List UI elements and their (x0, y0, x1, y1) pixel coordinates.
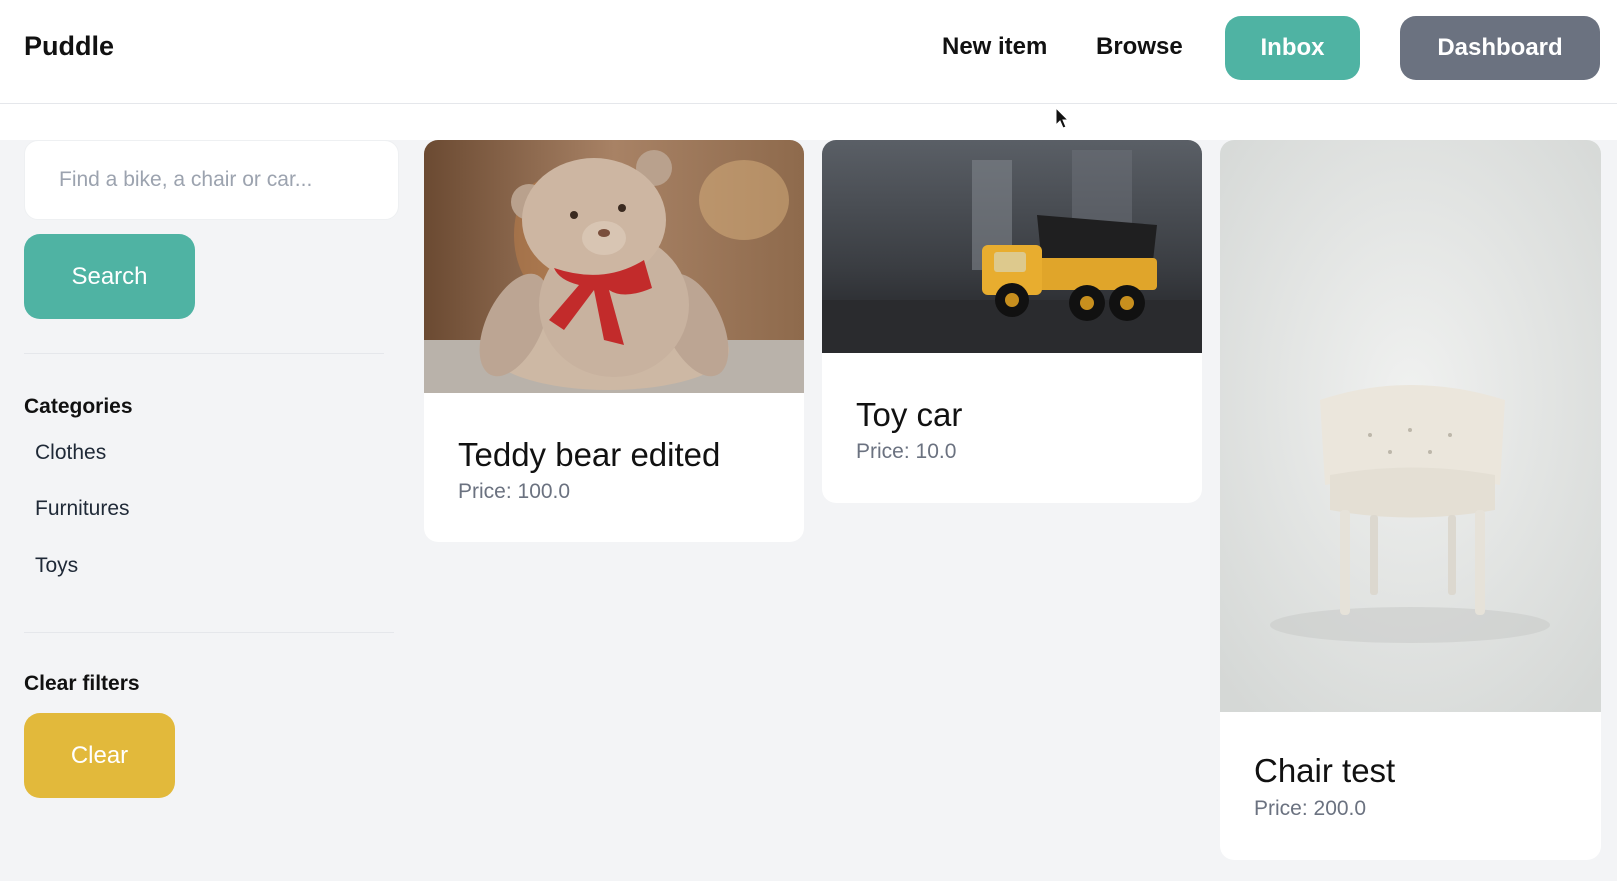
top-navbar: Puddle New item Browse Inbox Dashboard (0, 0, 1617, 104)
toy-car-image (822, 140, 1202, 353)
mouse-cursor-icon (1055, 107, 1070, 129)
app-logo[interactable]: Puddle (24, 31, 114, 62)
item-card-toy-car[interactable]: Toy car Price: 10.0 (822, 140, 1202, 503)
item-card-chair[interactable]: Chair test Price: 200.0 (1220, 140, 1601, 860)
categories-heading: Categories (24, 395, 133, 418)
filter-sidebar: Search Categories Clothes Furnitures Toy… (0, 140, 400, 881)
chair-image (1220, 140, 1601, 712)
dashboard-button[interactable]: Dashboard (1400, 16, 1600, 80)
new-item-link[interactable]: New item (942, 33, 1047, 61)
item-card-teddy-bear[interactable]: Teddy bear edited Price: 100.0 (424, 140, 804, 542)
item-title: Chair test (1254, 752, 1396, 789)
browse-main: Search Categories Clothes Furnitures Toy… (0, 140, 1617, 881)
item-price: Price: 100.0 (458, 480, 571, 503)
inbox-button[interactable]: Inbox (1225, 16, 1360, 80)
category-furnitures[interactable]: Furnitures (35, 497, 130, 521)
category-toys[interactable]: Toys (35, 554, 78, 578)
sidebar-divider (24, 632, 394, 633)
item-price: Price: 10.0 (856, 440, 957, 463)
item-title: Teddy bear edited (458, 436, 721, 473)
teddy-bear-image (424, 140, 804, 393)
search-input[interactable] (24, 140, 399, 220)
sidebar-divider (24, 353, 384, 354)
clear-filters-heading: Clear filters (24, 672, 140, 695)
item-price: Price: 200.0 (1254, 797, 1367, 820)
browse-link[interactable]: Browse (1096, 33, 1183, 61)
search-button[interactable]: Search (24, 234, 195, 319)
clear-button[interactable]: Clear (24, 713, 175, 798)
category-clothes[interactable]: Clothes (35, 441, 106, 465)
item-title: Toy car (856, 396, 963, 433)
